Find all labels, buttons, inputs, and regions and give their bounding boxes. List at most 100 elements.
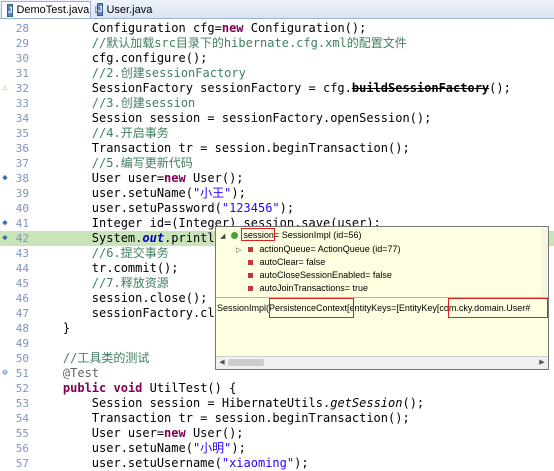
code-line[interactable]: 40 user.setuPassword("123456"); (0, 201, 554, 216)
code-text[interactable]: session.close(); (34, 291, 208, 306)
line-number: 48 (15, 322, 29, 335)
line-number: 41 (15, 217, 29, 230)
code-text[interactable]: //7.释放资源 (34, 276, 169, 291)
private-field-icon (248, 260, 253, 266)
tree-node-actionqueue[interactable]: ▷ actionQueue= ActionQueue (id=77) (236, 243, 401, 256)
code-text[interactable]: } (34, 321, 70, 336)
code-line[interactable]: ⚠ 32 SessionFactory sessionFactory = cfg.… (0, 81, 554, 96)
line-number: 47 (15, 307, 29, 320)
code-line[interactable]: 28 Configuration cfg=new Configuration()… (0, 21, 554, 36)
line-number: 36 (15, 142, 29, 155)
code-text[interactable]: user.setuUsername("xiaoming"); (34, 456, 309, 471)
code-line[interactable]: 39 user.setuName("小王"); (0, 186, 554, 201)
code-text[interactable]: //工具类的测试 (34, 351, 149, 366)
tree-vertical-scrollbar[interactable] (541, 227, 548, 297)
warning-marker-icon[interactable]: ⚠ (0, 81, 10, 96)
code-line[interactable]: 33 //3.创建session (0, 96, 554, 111)
code-text[interactable]: //4.开启事务 (34, 126, 169, 141)
field-text: actionQueue= ActionQueue (id=77) (259, 244, 401, 254)
code-text[interactable]: System.out.println(id (34, 231, 244, 246)
code-text[interactable]: user.setuName("小明"); (34, 441, 246, 456)
line-number: 50 (15, 352, 29, 365)
line-number: 42 (15, 232, 29, 245)
line-number: 55 (15, 427, 29, 440)
code-line[interactable]: 29 //默认加载src目录下的hibernate.cfg.xml的配置文件 (0, 36, 554, 51)
fold-toggle-icon[interactable]: ⊖ (0, 366, 10, 381)
code-text[interactable]: Configuration cfg=new Configuration(); (34, 21, 367, 36)
code-line[interactable]: 35 //4.开启事务 (0, 126, 554, 141)
private-field-icon (248, 286, 253, 292)
variable-value: = SessionImpl (id=56) (273, 230, 362, 240)
code-text[interactable]: public void UtilTest() { (34, 381, 236, 396)
code-line[interactable]: 34 Session session = sessionFactory.open… (0, 111, 554, 126)
line-number: 39 (15, 187, 29, 200)
line-number: 43 (15, 247, 29, 260)
code-line[interactable]: 53 Session session = HibernateUtils.getS… (0, 396, 554, 411)
code-line[interactable]: 55 User user=new User(); (0, 426, 554, 441)
scroll-thumb[interactable] (228, 359, 264, 366)
field-text: autoJoinTransactions= true (259, 283, 368, 293)
java-file-icon: J (7, 3, 14, 17)
line-number: 45 (15, 277, 29, 290)
code-text[interactable]: //2.创建sessionFactory (34, 66, 246, 81)
line-number: 49 (15, 337, 29, 350)
code-text[interactable]: user.setuName("小王"); (34, 186, 246, 201)
code-text[interactable]: //3.创建session (34, 96, 195, 111)
code-text[interactable]: Transaction tr = session.beginTransactio… (34, 141, 410, 156)
code-line[interactable]: 37 //5.编写更新代码 (0, 156, 554, 171)
scroll-right-icon[interactable]: ▶ (537, 358, 547, 368)
line-number: 44 (15, 262, 29, 275)
detail-horizontal-scrollbar[interactable]: ◀ ▶ (216, 356, 548, 369)
code-line[interactable]: 30 cfg.configure(); (0, 51, 554, 66)
code-line[interactable]: 56 user.setuName("小明"); (0, 441, 554, 456)
code-text[interactable]: user.setuPassword("123456"); (34, 201, 294, 216)
line-number: 33 (15, 97, 29, 110)
scroll-left-icon[interactable]: ◀ (217, 358, 227, 368)
breakpoint-marker-icon[interactable]: ◆ (0, 231, 10, 246)
expand-arrow-icon[interactable]: ▷ (236, 247, 241, 254)
breakpoint-marker-icon[interactable]: ◆ (0, 216, 10, 231)
tab-demotest-java[interactable]: J DemoTest.java ☒ (1, 1, 102, 18)
code-text[interactable]: //6.提交事务 (34, 246, 169, 261)
private-field-icon (248, 273, 253, 279)
code-line[interactable]: 57 user.setuUsername("xiaoming"); (0, 456, 554, 471)
code-text[interactable]: Session session = sessionFactory.openSes… (34, 111, 432, 126)
line-number: 30 (15, 52, 29, 65)
tab-label: DemoTest.java (16, 4, 90, 16)
code-text[interactable]: //5.编写更新代码 (34, 156, 193, 171)
code-text[interactable]: //默认加载src目录下的hibernate.cfg.xml的配置文件 (34, 36, 407, 51)
code-line[interactable]: 31 //2.创建sessionFactory (0, 66, 554, 81)
code-line[interactable]: 52 public void UtilTest() { (0, 381, 554, 396)
code-text[interactable]: User user=new User(); (34, 426, 244, 441)
code-line[interactable]: 36 Transaction tr = session.beginTransac… (0, 141, 554, 156)
collapse-arrow-icon[interactable]: ◢ (220, 233, 225, 240)
code-text[interactable]: Session session = HibernateUtils.getSess… (34, 396, 424, 411)
field-text: autoClear= false (259, 257, 326, 267)
line-number: 57 (15, 457, 29, 470)
line-number: 28 (15, 22, 29, 35)
debug-variable-hover[interactable]: ◢ session= SessionImpl (id=56) ▷ actionQ… (215, 226, 549, 370)
tree-node-autojointransactions[interactable]: autoJoinTransactions= true (248, 282, 368, 295)
line-number: 53 (15, 397, 29, 410)
line-number: 31 (15, 67, 29, 80)
highlight-box-persistencecontext (269, 298, 354, 318)
tab-user-java[interactable]: J User.java (92, 1, 152, 18)
code-text[interactable]: sessionFactory.close( (34, 306, 244, 321)
code-line[interactable]: ◆ 38 User user=new User(); (0, 171, 554, 186)
tree-node-autocloseenabled[interactable]: autoCloseSessionEnabled= false (248, 269, 392, 282)
code-text[interactable]: User user=new User(); (34, 171, 244, 186)
variable-tree[interactable]: ◢ session= SessionImpl (id=56) ▷ actionQ… (216, 227, 548, 297)
tree-node-autoclear[interactable]: autoClear= false (248, 256, 325, 269)
code-editor[interactable]: 28 Configuration cfg=new Configuration()… (0, 19, 554, 470)
highlight-box-entitykey (448, 298, 548, 318)
code-text[interactable]: SessionFactory sessionFactory = cfg.buil… (34, 81, 511, 96)
line-number: 51 (15, 367, 29, 380)
code-text[interactable]: cfg.configure(); (34, 51, 208, 66)
code-text[interactable]: tr.commit(); (34, 261, 179, 276)
breakpoint-marker-icon[interactable]: ◆ (0, 171, 10, 186)
highlight-box-session (241, 228, 275, 241)
line-number: 40 (15, 202, 29, 215)
line-number: 56 (15, 442, 29, 455)
object-icon (230, 232, 238, 240)
code-text[interactable]: @Test (34, 366, 99, 381)
